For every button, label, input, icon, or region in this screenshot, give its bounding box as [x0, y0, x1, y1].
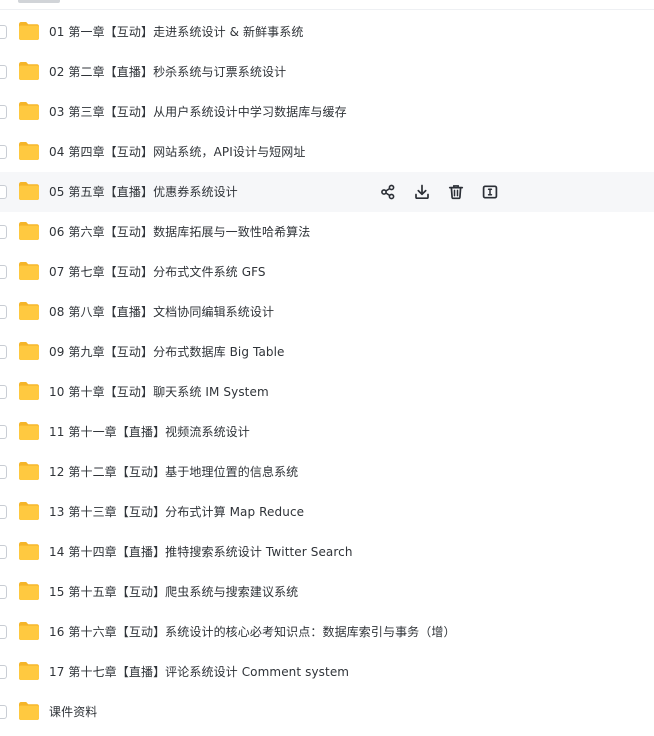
folder-icon: [18, 581, 40, 601]
file-row-06[interactable]: 06 第六章【互动】数据库拓展与一致性哈希算法: [0, 212, 654, 252]
row-checkbox[interactable]: [0, 505, 7, 519]
folder-icon: [18, 61, 40, 81]
file-row-07[interactable]: 07 第七章【互动】分布式文件系统 GFS: [0, 252, 654, 292]
file-list: 01 第一章【互动】走进系统设计 & 新鲜事系统 02 第二章【直播】秒杀系统与…: [0, 12, 654, 732]
file-name: 17 第十七章【直播】评论系统设计 Comment system: [49, 665, 350, 679]
rename-button[interactable]: [481, 183, 499, 201]
folder-icon: [18, 541, 40, 561]
file-row-08[interactable]: 08 第八章【直播】文档协同编辑系统设计: [0, 292, 654, 332]
row-checkbox[interactable]: [0, 265, 7, 279]
rename-icon: [482, 185, 498, 199]
file-row-12[interactable]: 12 第十二章【互动】基于地理位置的信息系统: [0, 452, 654, 492]
delete-button[interactable]: [447, 183, 465, 201]
file-row-02[interactable]: 02 第二章【直播】秒杀系统与订票系统设计: [0, 52, 654, 92]
file-name: 15 第十五章【互动】爬虫系统与搜索建议系统: [49, 585, 299, 599]
folder-icon: [18, 181, 40, 201]
file-browser-page: 01 第一章【互动】走进系统设计 & 新鲜事系统 02 第二章【直播】秒杀系统与…: [0, 0, 654, 736]
file-row-01[interactable]: 01 第一章【互动】走进系统设计 & 新鲜事系统: [0, 12, 654, 52]
file-row-05[interactable]: 05 第五章【直播】优惠券系统设计: [0, 172, 654, 212]
folder-icon: [18, 261, 40, 281]
row-checkbox[interactable]: [0, 25, 7, 39]
row-checkbox[interactable]: [0, 105, 7, 119]
row-checkbox[interactable]: [0, 705, 7, 719]
row-checkbox[interactable]: [0, 465, 7, 479]
file-row-18[interactable]: 课件资料: [0, 692, 654, 732]
file-name: 05 第五章【直播】优惠券系统设计: [49, 185, 238, 199]
row-checkbox[interactable]: [0, 225, 7, 239]
file-name: 16 第十六章【互动】系统设计的核心必考知识点：数据库索引与事务（增）: [49, 625, 456, 639]
row-checkbox[interactable]: [0, 145, 7, 159]
file-name: 课件资料: [49, 705, 98, 719]
file-name: 07 第七章【互动】分布式文件系统 GFS: [49, 265, 266, 279]
row-checkbox[interactable]: [0, 665, 7, 679]
folder-icon: [18, 701, 40, 721]
folder-icon: [18, 21, 40, 41]
download-button[interactable]: [413, 183, 431, 201]
file-name: 11 第十一章【直播】视频流系统设计: [49, 425, 250, 439]
file-row-17[interactable]: 17 第十七章【直播】评论系统设计 Comment system: [0, 652, 654, 692]
row-checkbox[interactable]: [0, 345, 7, 359]
file-row-09[interactable]: 09 第九章【互动】分布式数据库 Big Table: [0, 332, 654, 372]
row-checkbox[interactable]: [0, 545, 7, 559]
file-row-04[interactable]: 04 第四章【互动】网站系统，API设计与短网址: [0, 132, 654, 172]
file-name: 12 第十二章【互动】基于地理位置的信息系统: [49, 465, 299, 479]
file-name: 14 第十四章【直播】推特搜索系统设计 Twitter Search: [49, 545, 353, 559]
folder-icon: [18, 341, 40, 361]
folder-icon: [18, 381, 40, 401]
folder-icon: [18, 621, 40, 641]
file-row-10[interactable]: 10 第十章【互动】聊天系统 IM System: [0, 372, 654, 412]
file-name: 10 第十章【互动】聊天系统 IM System: [49, 385, 269, 399]
row-actions: [379, 182, 499, 202]
row-checkbox[interactable]: [0, 585, 7, 599]
file-row-03[interactable]: 03 第三章【互动】从用户系统设计中学习数据库与缓存: [0, 92, 654, 132]
folder-icon: [18, 221, 40, 241]
file-row-13[interactable]: 13 第十三章【互动】分布式计算 Map Reduce: [0, 492, 654, 532]
file-row-14[interactable]: 14 第十四章【直播】推特搜索系统设计 Twitter Search: [0, 532, 654, 572]
folder-icon: [18, 661, 40, 681]
file-name: 02 第二章【直播】秒杀系统与订票系统设计: [49, 65, 287, 79]
folder-icon: [18, 461, 40, 481]
file-name: 04 第四章【互动】网站系统，API设计与短网址: [49, 145, 306, 159]
file-name: 03 第三章【互动】从用户系统设计中学习数据库与缓存: [49, 105, 347, 119]
row-checkbox[interactable]: [0, 305, 7, 319]
row-checkbox[interactable]: [0, 65, 7, 79]
share-icon: [381, 184, 395, 200]
file-name: 09 第九章【互动】分布式数据库 Big Table: [49, 345, 285, 359]
file-name: 01 第一章【互动】走进系统设计 & 新鲜事系统: [49, 25, 304, 39]
file-name: 13 第十三章【互动】分布式计算 Map Reduce: [49, 505, 305, 519]
row-checkbox[interactable]: [0, 425, 7, 439]
row-checkbox[interactable]: [0, 185, 7, 199]
folder-icon: [18, 101, 40, 121]
cropped-header-fragment: [18, 0, 64, 4]
row-checkbox[interactable]: [0, 625, 7, 639]
row-checkbox[interactable]: [0, 385, 7, 399]
folder-icon: [18, 501, 40, 521]
folder-icon: [18, 421, 40, 441]
folder-icon: [18, 301, 40, 321]
delete-icon: [448, 185, 464, 200]
file-row-15[interactable]: 15 第十五章【互动】爬虫系统与搜索建议系统: [0, 572, 654, 612]
header-divider: [0, 9, 654, 10]
file-row-16[interactable]: 16 第十六章【互动】系统设计的核心必考知识点：数据库索引与事务（增）: [0, 612, 654, 652]
file-name: 06 第六章【互动】数据库拓展与一致性哈希算法: [49, 225, 311, 239]
folder-icon: [18, 141, 40, 161]
download-icon: [415, 184, 429, 200]
file-row-11[interactable]: 11 第十一章【直播】视频流系统设计: [0, 412, 654, 452]
file-name: 08 第八章【直播】文档协同编辑系统设计: [49, 305, 275, 319]
share-button[interactable]: [379, 183, 397, 201]
